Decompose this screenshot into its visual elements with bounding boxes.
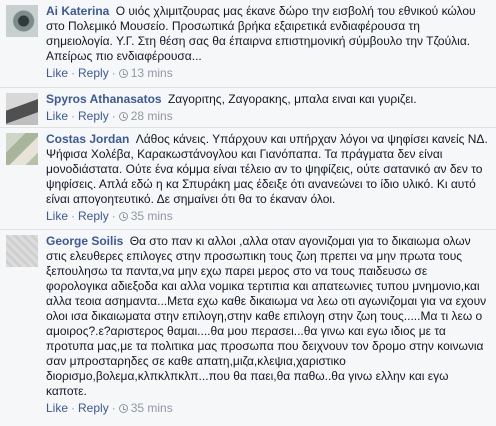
separator: · [71, 66, 76, 80]
comment-body: Costas Jordan Λάθος κάνεις. Υπάρχουν και… [46, 132, 490, 226]
separator: · [111, 66, 116, 80]
reply-link[interactable]: Reply [78, 401, 109, 415]
comment-author[interactable]: Ai Katerina [46, 4, 109, 18]
like-link[interactable]: Like [46, 66, 68, 80]
comment: Spyros Athanasatos Ζαγοριτης, Ζαγορακης,… [0, 88, 496, 128]
avatar[interactable] [6, 5, 38, 37]
comment-text: Θα στο παν κι αλλοι ,αλλα οταν αγονιζομα… [46, 234, 487, 398]
separator: · [71, 109, 76, 123]
reply-link[interactable]: Reply [78, 209, 109, 223]
comment-time[interactable]: 35 mins [131, 401, 173, 415]
comment-text: Ο υιός χλιμιτζουρας μας έκανε δώρο την ε… [46, 4, 476, 63]
clock-icon [118, 69, 128, 78]
clock-icon [118, 212, 128, 221]
comment-body: Ai Katerina Ο υιός χλιμιτζουρας μας έκαν… [46, 4, 490, 84]
like-link[interactable]: Like [46, 109, 68, 123]
comment: Costas Jordan Λάθος κάνεις. Υπάρχουν και… [0, 128, 496, 230]
separator: · [71, 209, 76, 223]
like-link[interactable]: Like [46, 209, 68, 223]
separator: · [111, 401, 116, 415]
comment-actions: Like · Reply · 13 mins [46, 65, 490, 81]
reply-link[interactable]: Reply [78, 109, 109, 123]
comment-text: Ζαγοριτης, Ζαγορακης, μπαλα ειναι και γυ… [167, 92, 417, 106]
clock-icon [118, 404, 128, 413]
comment-actions: Like · Reply · 28 mins [46, 108, 490, 124]
comment-author[interactable]: Spyros Athanasatos [46, 92, 162, 106]
separator: · [111, 209, 116, 223]
comment: George Soilis Θα στο παν κι αλλοι ,αλλα … [0, 230, 496, 426]
comment-list: Ai Katerina Ο υιός χλιμιτζουρας μας έκαν… [0, 0, 496, 426]
comment-actions: Like · Reply · 35 mins [46, 208, 490, 224]
comment-author[interactable]: George Soilis [46, 234, 123, 248]
comment-text-block: Costas Jordan Λάθος κάνεις. Υπάρχουν και… [46, 132, 490, 207]
avatar[interactable] [6, 93, 38, 125]
comment-author[interactable]: Costas Jordan [46, 132, 129, 146]
comment-text-block: Ai Katerina Ο υιός χλιμιτζουρας μας έκαν… [46, 4, 490, 64]
comment-actions: Like · Reply · 35 mins [46, 400, 490, 416]
comment-time[interactable]: 35 mins [131, 209, 173, 223]
comment-time[interactable]: 13 mins [131, 66, 173, 80]
separator: · [71, 401, 76, 415]
avatar[interactable] [6, 133, 38, 165]
comment-time[interactable]: 28 mins [131, 109, 173, 123]
comment-text-block: George Soilis Θα στο παν κι αλλοι ,αλλα … [46, 234, 490, 399]
comment-text-block: Spyros Athanasatos Ζαγοριτης, Ζαγορακης,… [46, 92, 490, 107]
reply-link[interactable]: Reply [78, 66, 109, 80]
separator: · [111, 109, 116, 123]
comment-body: George Soilis Θα στο παν κι αλλοι ,αλλα … [46, 234, 490, 423]
comment-body: Spyros Athanasatos Ζαγοριτης, Ζαγορακης,… [46, 92, 490, 124]
comment: Ai Katerina Ο υιός χλιμιτζουρας μας έκαν… [0, 0, 496, 88]
like-link[interactable]: Like [46, 401, 68, 415]
clock-icon [118, 112, 128, 121]
avatar[interactable] [6, 235, 38, 267]
